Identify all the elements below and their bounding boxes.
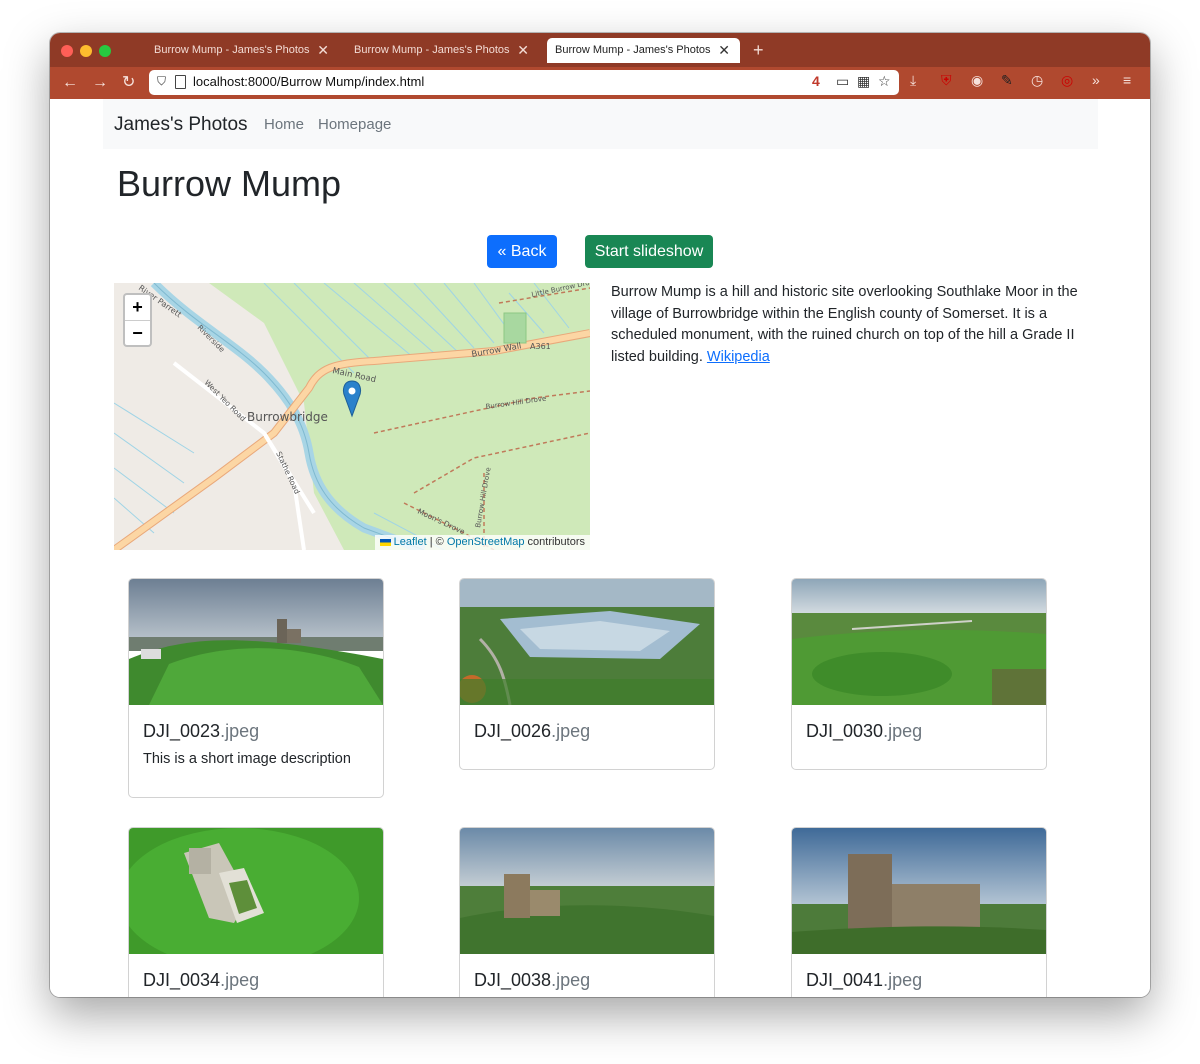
photo-title: DJI_0038.jpeg [474,970,590,991]
photo-card[interactable]: DJI_0034.jpeg [128,827,384,997]
browser-tab[interactable]: Burrow Mump - James's Photos ✕ [146,38,339,63]
photo-extension: .jpeg [220,721,260,741]
shield-icon[interactable]: ⛉ [157,74,166,89]
map[interactable]: Burrowbridge Main Road Burrow Wall A361 … [114,283,590,550]
photo-title: DJI_0030.jpeg [806,721,922,742]
reload-icon[interactable]: ↻ [122,72,135,94]
photo-thumbnail[interactable] [792,579,1046,705]
tab-bar: Burrow Mump - James's Photos ✕ Burrow Mu… [50,33,1150,67]
photo-description: This is a short image description [143,751,351,767]
tab-close-icon[interactable]: ✕ [517,38,529,63]
forward-arrow-icon[interactable]: → [92,72,108,94]
close-window-button[interactable] [61,45,73,57]
back-arrow-icon[interactable]: ← [62,72,78,94]
tab-title: Burrow Mump - James's Photos [354,44,510,56]
photo-card[interactable]: DJI_0041.jpeg [791,827,1047,997]
photo-name: DJI_0038 [474,970,552,990]
photo-thumbnail[interactable] [460,579,714,705]
photo-extension: .jpeg [551,970,591,990]
zoom-in-button[interactable]: + [125,295,150,321]
nav-link-home[interactable]: Home [264,116,304,133]
start-slideshow-button[interactable]: Start slideshow [585,235,713,268]
photo-thumbnail[interactable] [792,828,1046,954]
tab-title: Burrow Mump - James's Photos [555,44,711,56]
page-title: Burrow Mump [117,163,342,204]
new-tab-icon[interactable]: + [753,38,764,62]
photo-thumbnail[interactable] [460,828,714,954]
browser-window: Burrow Mump - James's Photos ✕ Burrow Mu… [50,33,1150,997]
photo-extension: .jpeg [883,721,923,741]
tab-close-icon[interactable]: ✕ [317,38,329,63]
photo-thumbnail[interactable] [129,579,383,705]
site-navbar: James's Photos Home Homepage [103,99,1098,149]
photo-name: DJI_0034 [143,970,221,990]
page-icon [175,75,186,89]
tab-close-icon[interactable]: ✕ [718,38,730,63]
place-description: Burrow Mump is a hill and historic site … [611,282,1091,368]
attribution-separator: | © [426,536,447,548]
attribution-suffix: contributors [524,536,585,548]
map-attribution: Leaflet | © OpenStreetMap contributors [374,535,590,550]
photo-title: DJI_0041.jpeg [806,970,922,991]
minimize-window-button[interactable] [80,45,92,57]
browser-tab-active[interactable]: Burrow Mump - James's Photos ✕ [547,38,740,63]
tab-title: Burrow Mump - James's Photos [154,44,310,56]
osm-link[interactable]: OpenStreetMap [447,536,525,548]
qr-code-icon[interactable]: ▦ [857,73,870,90]
description-text: Burrow Mump is a hill and historic site … [611,284,1078,365]
overflow-icon[interactable]: » [1092,72,1100,88]
bookmark-star-icon[interactable]: ☆ [878,73,891,90]
leaflet-link[interactable]: Leaflet [394,536,427,548]
ublock-icon[interactable]: ⛨ [941,72,952,89]
photo-card[interactable]: DJI_0026.jpeg [459,578,715,770]
browser-tab[interactable]: Burrow Mump - James's Photos ✕ [346,38,539,63]
extension-icon[interactable]: ◉ [971,72,983,89]
photo-card[interactable]: DJI_0038.jpeg [459,827,715,997]
address-bar[interactable]: ⛉ localhost:8000/Burrow Mump/index.html … [149,70,899,95]
back-button[interactable]: « Back [487,235,557,268]
map-label-town: Burrowbridge [247,410,328,424]
photo-title: DJI_0026.jpeg [474,721,590,742]
map-tiles: Burrowbridge Main Road Burrow Wall A361 … [114,283,590,550]
badge-count[interactable]: 4 [812,73,820,89]
photo-extension: .jpeg [220,970,260,990]
extension-red-icon[interactable]: ◎ [1061,72,1073,89]
ukraine-flag-icon [379,538,391,546]
photo-name: DJI_0041 [806,970,884,990]
page-content: James's Photos Home Homepage Burrow Mump… [50,99,1150,997]
photo-name: DJI_0023 [143,721,221,741]
photo-title: DJI_0023.jpeg [143,721,259,742]
photo-card[interactable]: DJI_0030.jpeg [791,578,1047,770]
menu-icon[interactable]: ≡ [1123,72,1131,88]
nav-link-homepage[interactable]: Homepage [318,116,391,133]
map-zoom-control: + − [123,293,152,347]
photo-card[interactable]: DJI_0023.jpeg This is a short image desc… [128,578,384,798]
photo-extension: .jpeg [883,970,923,990]
maximize-window-button[interactable] [99,45,111,57]
download-icon[interactable]: ⤓ [910,72,916,89]
brand-link[interactable]: James's Photos [114,114,248,136]
wikipedia-link[interactable]: Wikipedia [707,349,770,365]
photo-name: DJI_0026 [474,721,552,741]
clock-icon[interactable]: ◷ [1031,72,1043,89]
map-label-a361: A361 [530,342,551,351]
photo-title: DJI_0034.jpeg [143,970,259,991]
photo-thumbnail[interactable] [129,828,383,954]
photo-name: DJI_0030 [806,721,884,741]
url-text[interactable]: localhost:8000/Burrow Mump/index.html [193,74,424,89]
photo-extension: .jpeg [551,721,591,741]
zoom-out-button[interactable]: − [125,321,150,346]
pin-icon[interactable]: ✎ [1001,72,1013,89]
nav-toolbar: ← → ↻ ⛉ localhost:8000/Burrow Mump/index… [50,67,1150,99]
pocket-icon[interactable]: ▭ [836,73,849,90]
